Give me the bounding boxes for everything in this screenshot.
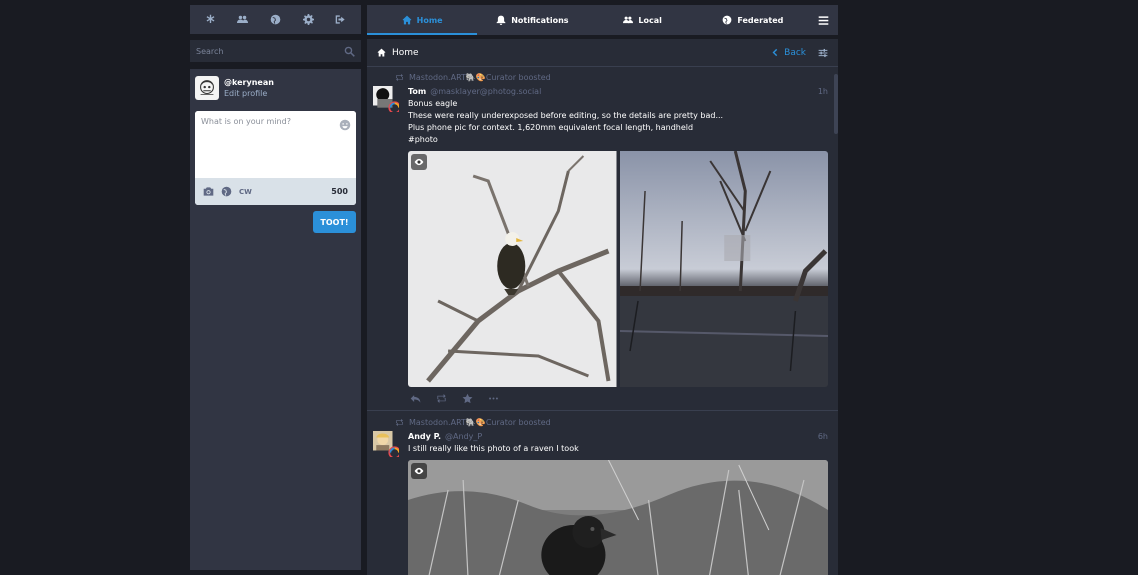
status-header: Andy P. @Andy_P 6h bbox=[408, 431, 828, 442]
status-action-bar bbox=[408, 387, 828, 410]
edit-profile-link[interactable]: Edit profile bbox=[224, 89, 274, 98]
users-icon bbox=[623, 16, 634, 24]
hamburger-icon bbox=[818, 15, 828, 25]
column-settings-icon[interactable] bbox=[818, 48, 828, 58]
profile-card: @kerynean Edit profile bbox=[195, 74, 356, 101]
timeline-feed[interactable]: Mastodon.ART🐘🎨Curator boosted Tom @maskl… bbox=[367, 67, 838, 575]
gear-icon[interactable] bbox=[302, 14, 314, 26]
media-eagle-photo[interactable] bbox=[408, 151, 617, 387]
globe-icon bbox=[722, 15, 732, 25]
retweet-icon bbox=[396, 73, 403, 81]
emoji-picker-icon[interactable] bbox=[339, 116, 351, 131]
account-handle[interactable]: @Andy_P bbox=[445, 432, 482, 441]
tab-label: Federated bbox=[737, 15, 784, 25]
compose-form: CW 500 bbox=[195, 111, 356, 205]
media-gallery bbox=[408, 460, 828, 575]
status-avatar[interactable] bbox=[373, 431, 401, 459]
tab-label: Local bbox=[638, 15, 662, 25]
tab-local[interactable]: Local bbox=[588, 5, 698, 35]
status-avatar[interactable] bbox=[373, 86, 401, 114]
status-line: I still really like this photo of a rave… bbox=[408, 444, 579, 453]
drawer-nav-bar bbox=[190, 5, 361, 34]
back-label: Back bbox=[784, 47, 806, 58]
status-time[interactable]: 6h bbox=[818, 432, 828, 441]
status-body: Andy P. @Andy_P 6h I still really like t… bbox=[373, 431, 828, 575]
status-content: Andy P. @Andy_P 6h I still really like t… bbox=[408, 431, 828, 575]
compose-textarea[interactable] bbox=[195, 111, 356, 177]
status-header: Tom @masklayer@photog.social 1h bbox=[408, 86, 828, 97]
eye-icon[interactable] bbox=[411, 154, 427, 170]
left-column: @kerynean Edit profile CW 500 TOOT! bbox=[190, 5, 361, 570]
eye-icon[interactable] bbox=[411, 463, 427, 479]
account-handle[interactable]: @masklayer@photog.social bbox=[430, 87, 541, 96]
boost-line: Mastodon.ART🐘🎨Curator boosted bbox=[373, 71, 828, 83]
more-icon[interactable] bbox=[488, 389, 499, 408]
back-button[interactable]: Back bbox=[770, 48, 806, 58]
menu-button[interactable] bbox=[808, 5, 838, 35]
column-title-text: Home bbox=[392, 47, 419, 58]
avatar[interactable] bbox=[195, 75, 219, 100]
tab-bar: Home Notifications Local Federated bbox=[367, 5, 838, 35]
display-name[interactable]: Tom bbox=[408, 87, 426, 96]
tab-notifications[interactable]: Notifications bbox=[477, 5, 587, 35]
column-header: Home Back bbox=[367, 39, 838, 67]
users-icon[interactable] bbox=[237, 14, 249, 26]
home-icon bbox=[377, 48, 386, 57]
profile-text: @kerynean Edit profile bbox=[224, 78, 274, 98]
boost-line: Mastodon.ART🐘🎨Curator boosted bbox=[373, 416, 828, 428]
camera-icon[interactable] bbox=[203, 182, 214, 201]
favourite-icon[interactable] bbox=[462, 389, 473, 408]
boost-icon[interactable] bbox=[436, 389, 447, 408]
status-line: Bonus eagle bbox=[408, 99, 458, 108]
status-item[interactable]: Mastodon.ART🐘🎨Curator boosted Tom @maskl… bbox=[367, 67, 838, 411]
hashtag-link[interactable]: #photo bbox=[408, 134, 828, 146]
status-text: I still really like this photo of a rave… bbox=[408, 443, 828, 455]
tab-home[interactable]: Home bbox=[367, 5, 478, 35]
toot-row: TOOT! bbox=[195, 211, 356, 233]
boosted-by-text[interactable]: Mastodon.ART🐘🎨Curator boosted bbox=[409, 418, 551, 427]
status-body: Tom @masklayer@photog.social 1h Bonus ea… bbox=[373, 86, 828, 410]
main-column: Home Notifications Local Federated Home … bbox=[367, 5, 838, 575]
bell-icon bbox=[496, 15, 506, 25]
boosted-by-text[interactable]: Mastodon.ART🐘🎨Curator boosted bbox=[409, 73, 551, 82]
reply-icon[interactable] bbox=[410, 389, 421, 408]
character-counter: 500 bbox=[331, 187, 348, 196]
compose-toolbar: CW 500 bbox=[195, 178, 356, 205]
column-title[interactable]: Home bbox=[377, 48, 419, 58]
search-box bbox=[190, 40, 361, 62]
status-line: These were really underexposed before ed… bbox=[408, 111, 724, 120]
sign-out-icon[interactable] bbox=[335, 14, 347, 26]
scrollbar[interactable] bbox=[834, 74, 838, 134]
content-warning-button[interactable]: CW bbox=[239, 188, 252, 196]
media-raven-photo[interactable] bbox=[408, 460, 828, 575]
profile-handle[interactable]: @kerynean bbox=[224, 78, 274, 87]
status-time[interactable]: 1h bbox=[818, 87, 828, 96]
status-content: Tom @masklayer@photog.social 1h Bonus ea… bbox=[408, 86, 828, 410]
asterisk-icon[interactable] bbox=[204, 14, 216, 26]
retweet-icon bbox=[396, 418, 403, 426]
home-icon bbox=[402, 15, 412, 25]
globe-icon[interactable] bbox=[221, 182, 232, 201]
toot-button[interactable]: TOOT! bbox=[313, 211, 356, 233]
status-item[interactable]: Mastodon.ART🐘🎨Curator boosted Andy P. @A… bbox=[367, 411, 838, 575]
search-input[interactable] bbox=[196, 46, 344, 56]
tab-label: Home bbox=[416, 15, 443, 25]
status-text: Bonus eagle These were really underexpos… bbox=[408, 98, 828, 146]
globe-icon[interactable] bbox=[269, 14, 281, 26]
tab-federated[interactable]: Federated bbox=[698, 5, 808, 35]
media-gallery bbox=[408, 151, 828, 387]
status-line: Plus phone pic for context. 1,620mm equi… bbox=[408, 123, 694, 132]
media-context-photo[interactable] bbox=[619, 151, 828, 387]
compose-panel: @kerynean Edit profile CW 500 TOOT! bbox=[190, 69, 361, 570]
display-name[interactable]: Andy P. bbox=[408, 432, 441, 441]
chevron-left-icon bbox=[772, 48, 778, 57]
search-icon[interactable] bbox=[344, 42, 355, 61]
tab-label: Notifications bbox=[511, 15, 569, 25]
